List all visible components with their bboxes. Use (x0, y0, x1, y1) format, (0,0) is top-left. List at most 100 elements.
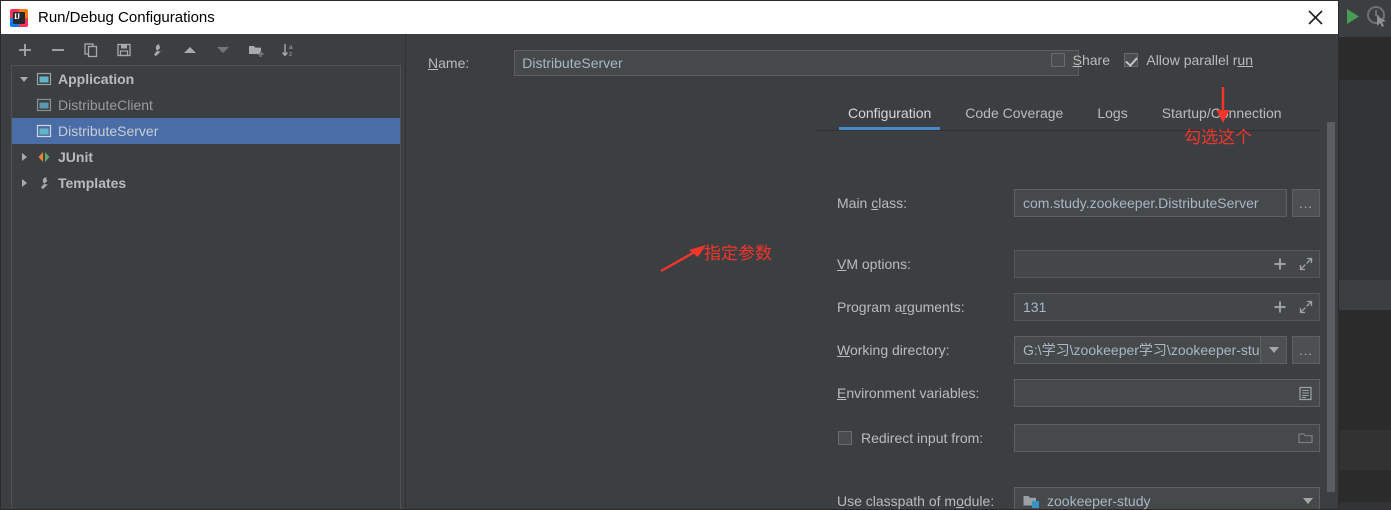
list-editor-icon[interactable] (1298, 386, 1313, 401)
vm-options-row: VM options: (816, 249, 1320, 279)
working-directory-label-post: orking directory: (849, 342, 950, 358)
add-configuration-button[interactable] (15, 40, 35, 60)
redirect-input-trailing-icons (1298, 425, 1313, 451)
redirect-input-checkbox[interactable] (838, 431, 852, 445)
name-input[interactable] (514, 50, 1080, 76)
program-arguments-label-post: guments: (907, 299, 965, 315)
tab-code-coverage[interactable]: Code Coverage (948, 96, 1080, 130)
parallel-label-post: n (1245, 52, 1253, 68)
program-arguments-input[interactable]: 131 (1014, 293, 1320, 321)
tree-item-distributeserver[interactable]: DistributeServer (12, 118, 400, 144)
copy-configuration-button[interactable] (81, 40, 101, 60)
environment-variables-row: Environment variables: (816, 378, 1320, 408)
tree-item-junit[interactable]: JUnit (12, 144, 400, 170)
classpath-module-combobox[interactable]: zookeeper-study (1014, 487, 1320, 509)
application-icon (36, 97, 52, 113)
intellij-idea-logo-icon: IJ (10, 8, 28, 27)
tree-toolbar: a z (1, 34, 405, 65)
parallel-label-pre: Allow parallel r (1146, 52, 1238, 68)
vm-options-label: VM options: (816, 256, 1014, 272)
tab-configuration[interactable]: Configuration (831, 96, 948, 130)
folder-icon[interactable] (1298, 431, 1313, 446)
share-checkbox-group[interactable]: Share (1050, 52, 1110, 68)
vm-options-label-mnemonic: V (837, 256, 847, 272)
tree-item-templates[interactable]: Templates (12, 170, 400, 196)
application-icon (36, 71, 52, 87)
ellipsis-icon: ... (1299, 195, 1313, 211)
main-class-label-post: lass: (878, 195, 908, 211)
twisty-collapsed-icon[interactable] (12, 178, 36, 188)
classpath-module-label-pre: Use classpath of m (837, 493, 957, 509)
allow-parallel-run-checkbox[interactable] (1124, 53, 1139, 67)
working-directory-label-mnemonic: W (837, 342, 850, 358)
new-folder-button[interactable] (246, 40, 266, 60)
main-class-value: com.study.zookeeper.DistributeServer (1023, 195, 1259, 211)
svg-text:z: z (289, 51, 292, 58)
share-checkbox[interactable] (1050, 53, 1065, 67)
ide-panel-strip (1331, 280, 1391, 310)
chevron-down-icon (1268, 347, 1279, 353)
tab-logs[interactable]: Logs (1080, 96, 1144, 130)
remove-configuration-button[interactable] (48, 40, 68, 60)
chevron-down-icon[interactable] (1303, 498, 1313, 504)
run-debug-configurations-dialog: IJ Run/Debug Configurations a z Applicat… (0, 0, 1339, 510)
scrollbar-thumb[interactable] (1327, 122, 1335, 492)
expand-diagonal-icon[interactable] (1298, 257, 1313, 272)
sort-alphabetically-button[interactable]: a z (279, 40, 299, 60)
classpath-module-trailing-icons (1303, 488, 1313, 509)
tab-label: Code Coverage (965, 105, 1064, 121)
main-class-label-pre: Main (837, 195, 872, 211)
annotation-check-this-one: 勾选这个 (1184, 128, 1252, 147)
program-arguments-value: 131 (1023, 299, 1047, 315)
move-up-button[interactable] (180, 40, 200, 60)
configuration-form: Main class: com.study.zookeeper.Distribu… (816, 131, 1320, 509)
plus-icon[interactable] (1272, 257, 1287, 272)
twisty-expanded-icon[interactable] (12, 74, 36, 84)
tree-item-distributeclient[interactable]: DistributeClient (12, 92, 400, 118)
move-down-button[interactable] (213, 40, 233, 60)
main-class-label: Main class: (816, 195, 1014, 211)
svg-text:a: a (289, 44, 293, 51)
edit-templates-wrench-icon[interactable] (147, 40, 167, 60)
redirect-input-field[interactable] (1014, 424, 1320, 452)
ide-editor-strip (1331, 80, 1391, 280)
configurations-tree[interactable]: Application DistributeClient DistributeS… (11, 65, 401, 509)
environment-variables-trailing-icons (1298, 380, 1313, 406)
run-green-arrow-icon[interactable] (1340, 4, 1364, 30)
tree-item-label: DistributeClient (58, 97, 153, 113)
vm-options-trailing-icons (1272, 251, 1313, 277)
configurations-panel: a z Application DistributeClient Distrib… (1, 34, 406, 509)
expand-diagonal-icon[interactable] (1298, 300, 1313, 315)
main-class-input[interactable]: com.study.zookeeper.DistributeServer (1014, 189, 1287, 217)
working-directory-label: Working directory: (816, 342, 1014, 358)
annotation-arrow-down (1216, 87, 1230, 123)
vertical-scrollbar[interactable] (1326, 104, 1335, 509)
main-class-browse-button[interactable]: ... (1292, 189, 1320, 217)
tab-label: Configuration (848, 105, 932, 121)
environment-variables-input[interactable] (1014, 379, 1320, 407)
tree-item-label: Application (58, 71, 135, 87)
working-directory-browse-button[interactable]: ... (1292, 336, 1320, 364)
working-directory-dropdown-button[interactable] (1260, 337, 1286, 363)
working-directory-input[interactable]: G:\学习\zookeeper学习\zookeeper-study (1014, 336, 1287, 364)
dialog-title: Run/Debug Configurations (38, 9, 215, 26)
program-arguments-row: Program arguments: 131 (816, 292, 1320, 322)
share-label-mnemonic: S (1072, 52, 1082, 68)
twisty-collapsed-icon[interactable] (12, 152, 36, 162)
vm-options-input[interactable] (1014, 250, 1320, 278)
annotation-specify-parameters: 指定参数 (704, 244, 772, 263)
classpath-module-value: zookeeper-study (1047, 493, 1151, 509)
save-configuration-button[interactable] (114, 40, 134, 60)
ellipsis-icon: ... (1299, 342, 1313, 358)
close-icon[interactable] (1292, 1, 1338, 34)
plus-icon[interactable] (1272, 300, 1287, 315)
redirect-input-label: Redirect input from: (861, 430, 984, 446)
environment-variables-label-post: nvironment variables: (846, 385, 980, 401)
name-label-mnemonic: N (428, 55, 439, 71)
application-icon (36, 123, 52, 139)
tree-item-application[interactable]: Application (12, 66, 400, 92)
allow-parallel-run-checkbox-group[interactable]: Allow parallel run (1124, 52, 1253, 68)
program-arguments-label-pre: Program a (837, 299, 903, 315)
redirect-input-row: Redirect input from: (816, 423, 1320, 453)
clock-cursor-icon[interactable] (1364, 3, 1390, 29)
